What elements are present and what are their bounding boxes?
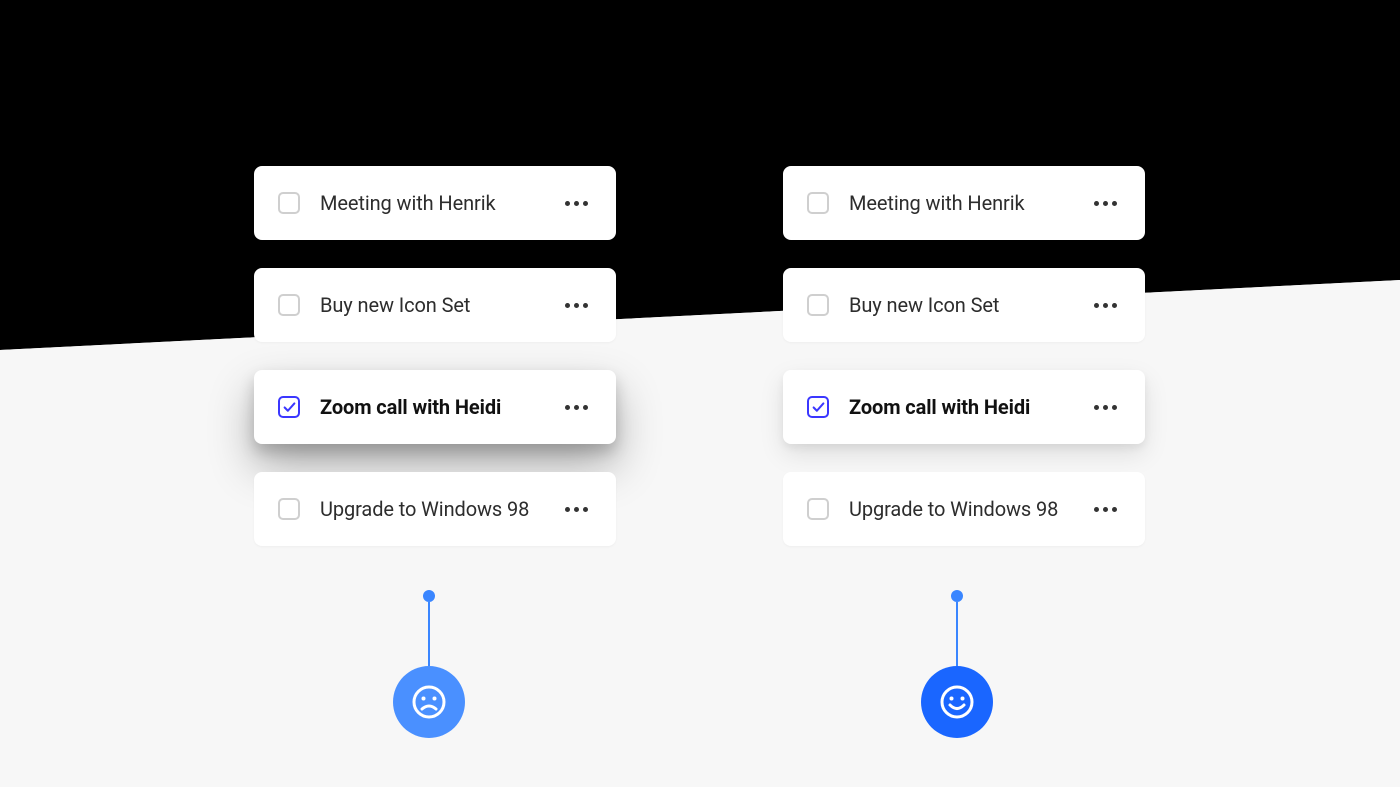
indicator-line [428,602,431,666]
more-icon[interactable] [1090,503,1121,516]
task-label: Upgrade to Windows 98 [849,497,1070,521]
more-icon[interactable] [1090,197,1121,210]
more-icon[interactable] [561,503,592,516]
more-icon[interactable] [561,197,592,210]
task-label: Buy new Icon Set [849,293,1070,317]
task-card-selected[interactable]: Zoom call with Heidi [783,370,1145,444]
checkbox-checked-icon[interactable] [807,396,829,418]
indicator-sad [393,590,465,738]
checkbox-icon[interactable] [278,498,300,520]
checkbox-icon[interactable] [807,294,829,316]
task-card[interactable]: Upgrade to Windows 98 [254,472,616,546]
task-card-selected[interactable]: Zoom call with Heidi [254,370,616,444]
task-label: Meeting with Henrik [320,191,541,215]
task-label: Meeting with Henrik [849,191,1070,215]
task-card[interactable]: Meeting with Henrik [254,166,616,240]
task-label: Zoom call with Heidi [849,395,1070,419]
checkbox-icon[interactable] [278,294,300,316]
indicator-dot-icon [423,590,435,602]
task-card[interactable]: Meeting with Henrik [783,166,1145,240]
task-list-left: Meeting with Henrik Buy new Icon Set Zoo… [254,166,616,546]
checkbox-icon[interactable] [807,192,829,214]
task-label: Buy new Icon Set [320,293,541,317]
checkbox-icon[interactable] [807,498,829,520]
task-card[interactable]: Upgrade to Windows 98 [783,472,1145,546]
happy-face-icon [921,666,993,738]
task-label: Zoom call with Heidi [320,395,541,419]
indicator-happy [921,590,993,738]
indicator-dot-icon [951,590,963,602]
task-card[interactable]: Buy new Icon Set [254,268,616,342]
more-icon[interactable] [1090,299,1121,312]
indicator-line [956,602,959,666]
task-label: Upgrade to Windows 98 [320,497,541,521]
more-icon[interactable] [561,299,592,312]
task-list-right: Meeting with Henrik Buy new Icon Set Zoo… [783,166,1145,546]
task-card[interactable]: Buy new Icon Set [783,268,1145,342]
more-icon[interactable] [561,401,592,414]
checkbox-checked-icon[interactable] [278,396,300,418]
checkbox-icon[interactable] [278,192,300,214]
more-icon[interactable] [1090,401,1121,414]
sad-face-icon [393,666,465,738]
